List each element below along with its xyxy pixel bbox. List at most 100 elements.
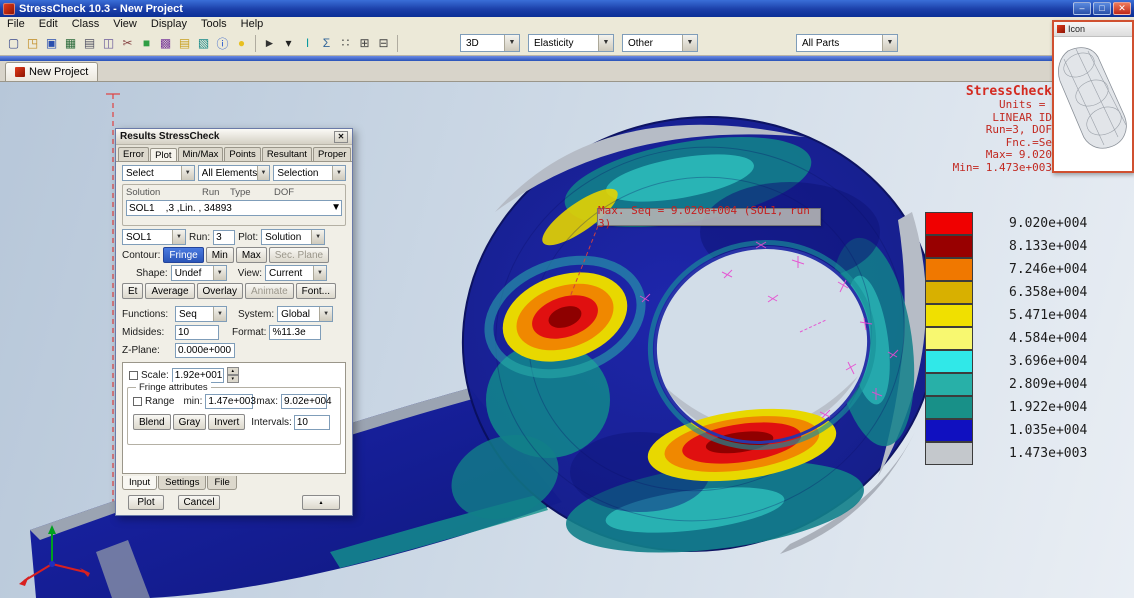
system-combo[interactable]: Global ▼	[277, 306, 333, 322]
maximize-button[interactable]: □	[1093, 2, 1111, 15]
menu-help[interactable]: Help	[234, 18, 271, 30]
min-button[interactable]: Min	[206, 247, 234, 263]
table-icon[interactable]: ⊟	[374, 34, 393, 53]
chevron-down-icon[interactable]: ▼	[313, 266, 326, 280]
menu-file[interactable]: File	[0, 18, 32, 30]
zplane-input[interactable]: 0.000e+000	[175, 343, 235, 358]
legend-row: 5.471e+004	[925, 304, 1087, 327]
layers-icon[interactable]: ▤	[175, 34, 194, 53]
cancel-button[interactable]: Cancel	[178, 495, 220, 510]
sec-plane-button[interactable]: Sec. Plane	[269, 247, 329, 263]
cut-icon[interactable]: ✂	[118, 34, 137, 53]
chevron-down-icon[interactable]: ▼	[682, 35, 697, 51]
print-icon[interactable]: ▤	[80, 34, 99, 53]
view-combo[interactable]: Current ▼	[265, 265, 327, 281]
chevron-down-icon[interactable]: ▼	[213, 307, 226, 321]
ibeam-icon[interactable]: I	[298, 34, 317, 53]
plot-combo[interactable]: Solution ▼	[261, 229, 325, 245]
et-button[interactable]: Et	[122, 283, 143, 299]
gray-button[interactable]: Gray	[173, 414, 207, 430]
solution-list-row[interactable]: SOL1 ,3 ,Lin. , 34893 ▼	[126, 200, 342, 216]
close-button[interactable]: ✕	[1113, 2, 1131, 15]
intervals-input[interactable]: 10	[294, 415, 330, 430]
invert-button[interactable]: Invert	[208, 414, 245, 430]
menu-display[interactable]: Display	[144, 18, 194, 30]
menu-tools[interactable]: Tools	[194, 18, 234, 30]
save-all-icon[interactable]: ▦	[61, 34, 80, 53]
reference-combo[interactable]: Other ▼	[622, 34, 698, 52]
scale-spin-down-icon[interactable]: ▾	[227, 375, 239, 383]
run-input[interactable]: 3	[213, 230, 235, 245]
shape-combo[interactable]: Undef ▼	[171, 265, 227, 281]
plot-button[interactable]: Plot	[128, 495, 164, 510]
elements-combo[interactable]: All Elements ▼	[198, 165, 271, 181]
selection-combo[interactable]: Selection ▼	[273, 165, 346, 181]
chevron-down-icon[interactable]: ▼	[882, 35, 897, 51]
titlebar[interactable]: StressCheck 10.3 - New Project – □ ✕	[0, 0, 1134, 17]
scale-spin-up-icon[interactable]: ▴	[227, 367, 239, 375]
chevron-down-icon[interactable]: ▼	[181, 166, 194, 180]
range-max-input[interactable]: 9.02e+004	[281, 394, 327, 409]
tab-minmax[interactable]: Min/Max	[178, 147, 224, 161]
tab-plot[interactable]: Plot	[150, 148, 176, 162]
tab-input[interactable]: Input	[122, 476, 157, 490]
average-button[interactable]: Average	[145, 283, 194, 299]
grid-icon[interactable]: ⊞	[355, 34, 374, 53]
parts-combo[interactable]: All Parts ▼	[796, 34, 898, 52]
dimension-combo[interactable]: 3D ▼	[460, 34, 520, 52]
menu-class[interactable]: Class	[65, 18, 107, 30]
range-checkbox[interactable]	[133, 397, 142, 406]
range-min-input[interactable]: 1.47e+003	[205, 394, 253, 409]
chevron-down-icon[interactable]: ▼	[257, 166, 270, 180]
results-icon[interactable]: ▧	[194, 34, 213, 53]
sigma-icon[interactable]: Σ	[317, 34, 336, 53]
tab-error[interactable]: Error	[118, 147, 149, 161]
collapse-button[interactable]: ▴	[302, 495, 340, 510]
tab-settings[interactable]: Settings	[158, 476, 206, 490]
mesh-icon[interactable]: ▩	[156, 34, 175, 53]
new-file-icon[interactable]: ▢	[4, 34, 23, 53]
preview-icon[interactable]: ◫	[99, 34, 118, 53]
save-icon[interactable]: ▣	[42, 34, 61, 53]
chevron-down-icon[interactable]: ▼	[213, 266, 226, 280]
scale-checkbox[interactable]	[129, 371, 138, 380]
animate-button[interactable]: Animate	[245, 283, 294, 299]
tab-properties[interactable]: Proper	[313, 147, 352, 161]
midsides-input[interactable]: 10	[175, 325, 219, 340]
menu-edit[interactable]: Edit	[32, 18, 65, 30]
model-icon[interactable]: ■	[137, 34, 156, 53]
tab-points[interactable]: Points	[224, 147, 260, 161]
chevron-down-icon[interactable]: ▼	[172, 230, 185, 244]
menu-view[interactable]: View	[106, 18, 144, 30]
mdi-tab-new-project[interactable]: New Project	[5, 62, 98, 81]
blend-button[interactable]: Blend	[133, 414, 171, 430]
format-input[interactable]: %11.3e	[269, 325, 321, 340]
chevron-down-icon[interactable]: ▼	[332, 166, 345, 180]
icon-window-titlebar[interactable]: Icon	[1054, 22, 1132, 37]
chevron-down-icon[interactable]: ▼	[598, 35, 613, 51]
solution-combo[interactable]: SOL1 ▼	[122, 229, 186, 245]
minimize-button[interactable]: –	[1073, 2, 1091, 15]
points-icon[interactable]: ∷	[336, 34, 355, 53]
pointer-mode-icon[interactable]: ▾	[279, 34, 298, 53]
functions-combo[interactable]: Seq ▼	[175, 306, 227, 322]
chevron-down-icon[interactable]: ▼	[504, 35, 519, 51]
chevron-down-icon[interactable]: ▼	[311, 230, 324, 244]
dialog-titlebar[interactable]: Results StressCheck ✕	[116, 129, 352, 145]
info-icon[interactable]: ⓘ	[213, 34, 232, 53]
tab-resultant[interactable]: Resultant	[262, 147, 312, 161]
font-button[interactable]: Font...	[296, 283, 336, 299]
theory-combo[interactable]: Elasticity ▼	[528, 34, 614, 52]
dialog-close-icon[interactable]: ✕	[334, 131, 348, 143]
tab-file[interactable]: File	[207, 476, 236, 490]
max-button[interactable]: Max	[236, 247, 267, 263]
chevron-down-icon[interactable]: ▼	[331, 201, 341, 215]
chevron-down-icon[interactable]: ▼	[319, 307, 332, 321]
scale-input[interactable]: 1.92e+001	[172, 368, 224, 383]
overlay-button[interactable]: Overlay	[197, 283, 243, 299]
fringe-button[interactable]: Fringe	[163, 247, 203, 263]
select-combo[interactable]: Select ▼	[122, 165, 195, 181]
select-arrow-icon[interactable]: ►	[260, 34, 279, 53]
light-bulb-icon[interactable]: ●	[232, 34, 251, 53]
open-file-icon[interactable]: ◳	[23, 34, 42, 53]
